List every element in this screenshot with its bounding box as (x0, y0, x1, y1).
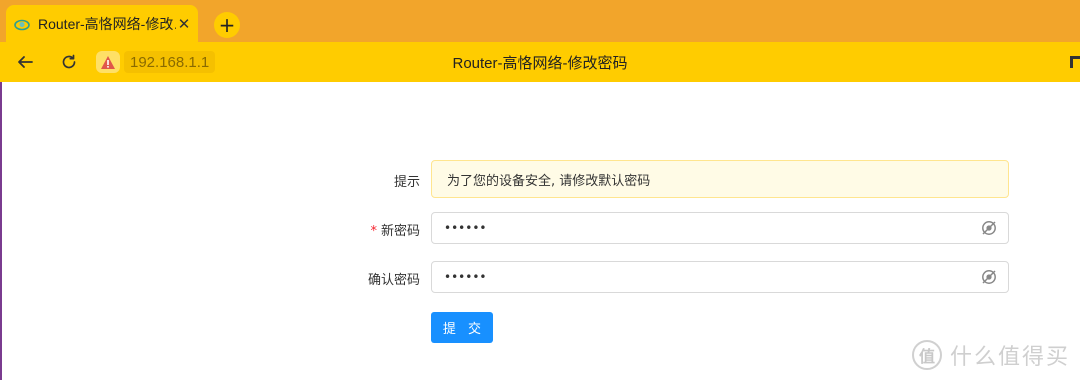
confirm-password-value: •••••• (444, 270, 487, 284)
extension-icon[interactable] (1068, 54, 1080, 70)
close-tab-icon[interactable]: ✕ (176, 15, 192, 33)
reload-icon (62, 54, 76, 69)
new-tab-button[interactable]: + (214, 12, 240, 38)
watermark-logo-icon: 值 (912, 340, 942, 370)
back-button[interactable] (13, 50, 37, 74)
tab-title: Router-高恪网络-修改… (38, 15, 176, 32)
required-mark: * (370, 224, 377, 239)
not-secure-indicator[interactable] (96, 51, 120, 73)
address-bar[interactable]: 192.168.1.1 (124, 51, 216, 73)
hint-text: 为了您的设备安全, 请修改默认密码 (447, 173, 651, 189)
arrow-left-icon (18, 56, 33, 68)
reload-button[interactable] (57, 50, 81, 74)
submit-button[interactable]: 提 交 (431, 312, 493, 343)
warning-triangle-icon (101, 55, 115, 69)
hint-label: 提示 (393, 175, 420, 190)
eye-toggle-icon[interactable] (980, 219, 998, 237)
new-password-label-text: 新密码 (380, 224, 420, 239)
window-edge (0, 82, 2, 380)
new-password-input[interactable]: •••••• (431, 212, 1009, 244)
new-password-label: * 新密码 (370, 220, 420, 239)
confirm-password-label: 确认密码 (367, 273, 420, 288)
site-watermark: 值 什么值得买 (912, 338, 1070, 372)
watermark-text: 什么值得买 (950, 345, 1071, 370)
browser-tab[interactable]: Router-高恪网络-修改… ✕ (6, 5, 198, 42)
hint-alert: 为了您的设备安全, 请修改默认密码 (431, 160, 1009, 198)
confirm-password-input[interactable]: •••••• (431, 261, 1009, 293)
new-password-value: •••••• (444, 221, 487, 235)
cloud-favicon-icon (14, 19, 30, 30)
eye-toggle-icon[interactable] (980, 268, 998, 286)
